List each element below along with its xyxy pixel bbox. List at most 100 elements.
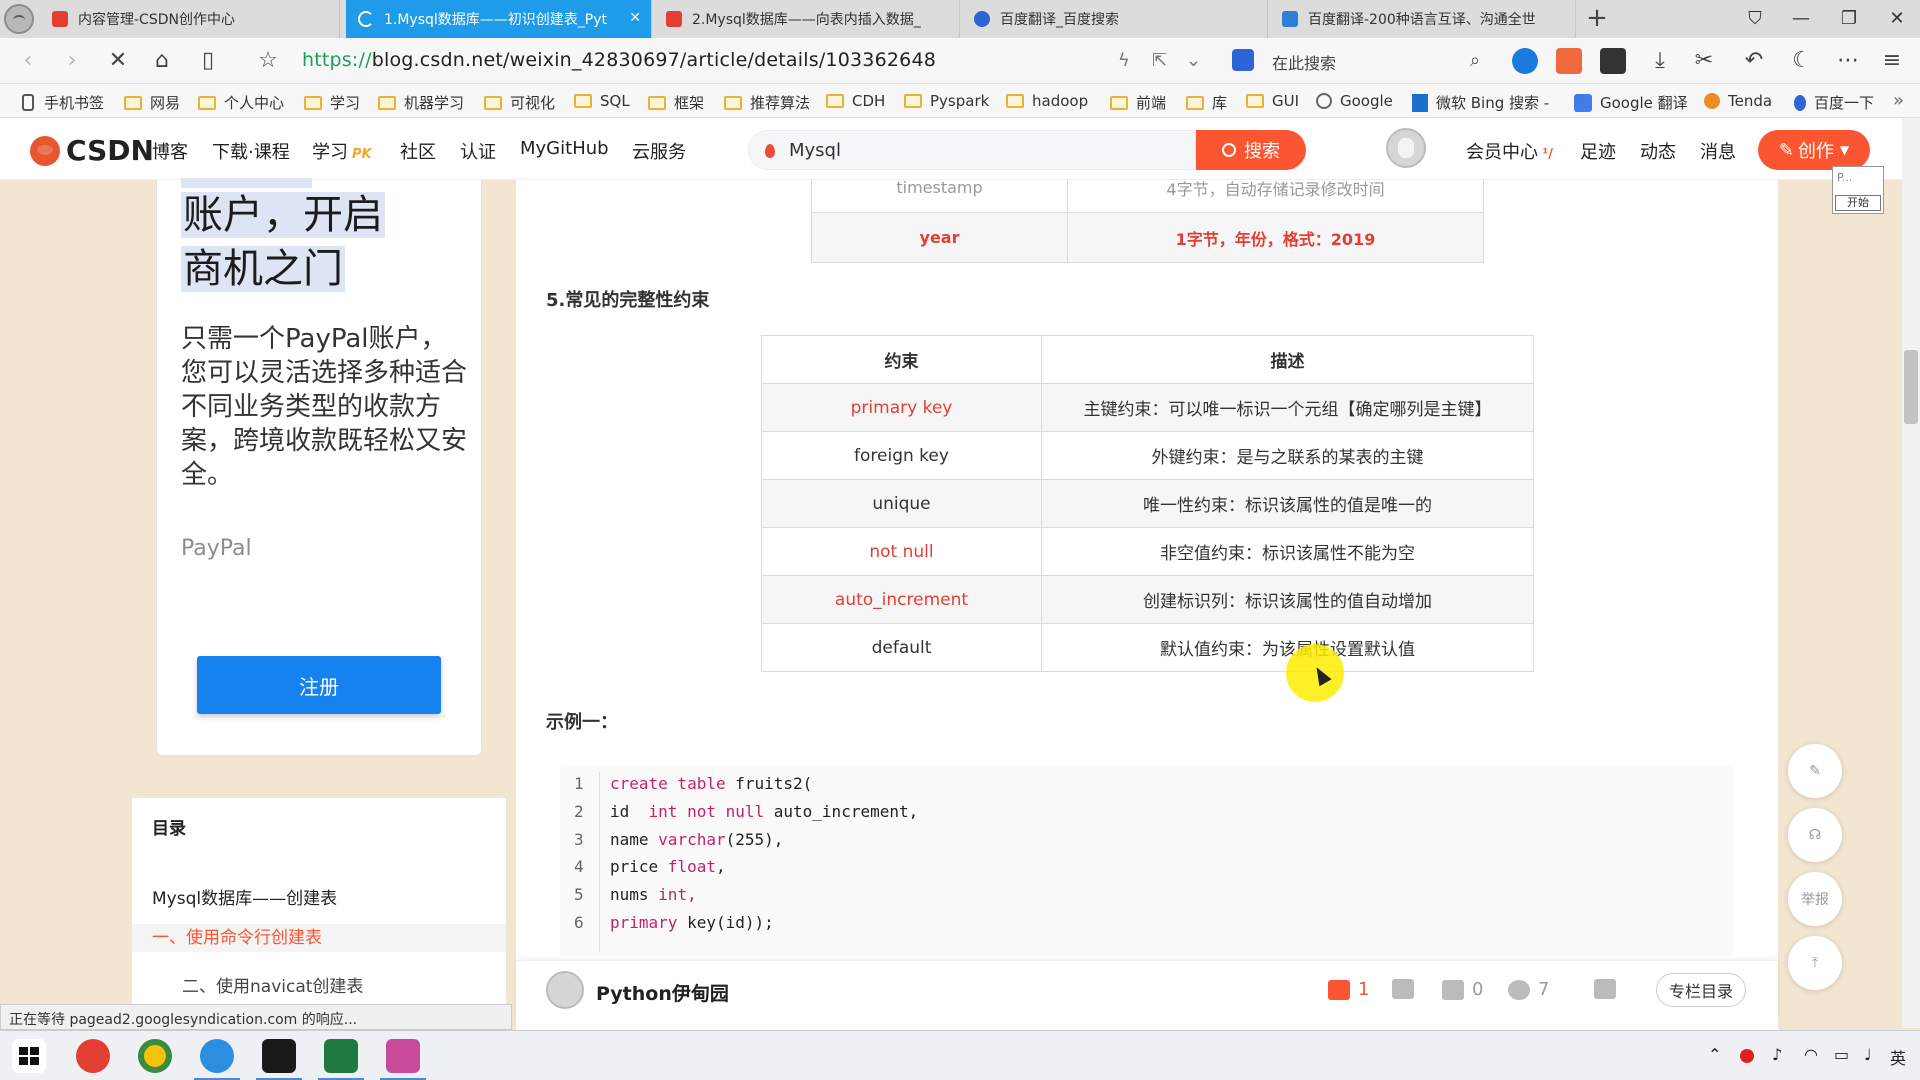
restore-icon[interactable]: ❐ bbox=[1834, 6, 1864, 32]
search-engine-icon[interactable] bbox=[1232, 49, 1254, 71]
paypal-ad-card[interactable]: 账户，开启 商机之门 只需一个PayPal账户，您可以灵活选择多种适合不同业务类… bbox=[156, 178, 482, 756]
csdn-search-button[interactable]: 搜索 bbox=[1196, 130, 1306, 170]
windows-start-icon[interactable] bbox=[12, 1039, 46, 1073]
member-center-link[interactable]: 会员中心 ¹/ bbox=[1466, 138, 1553, 164]
bookmark-item[interactable]: GUI bbox=[1246, 92, 1299, 110]
minimize-icon[interactable]: — bbox=[1786, 6, 1816, 32]
close-window-icon[interactable]: ✕ bbox=[1882, 6, 1912, 32]
bookmark-item[interactable]: 推荐算法 bbox=[724, 92, 810, 113]
bookmark-item[interactable]: CDH bbox=[826, 92, 885, 110]
bookmark-item[interactable]: Google 翻译 bbox=[1574, 92, 1688, 113]
network-icon[interactable]: ◠ bbox=[1804, 1045, 1818, 1064]
bookmark-item[interactable]: 个人中心 bbox=[198, 92, 284, 113]
chevron-right-double-icon[interactable]: » bbox=[1893, 90, 1904, 111]
forward-icon[interactable]: › bbox=[58, 48, 86, 76]
toc-item-active[interactable]: 一、使用命令行创建表 bbox=[132, 924, 506, 952]
tab-baidu-search[interactable]: 百度翻译_百度搜索 bbox=[962, 0, 1268, 38]
nav-mygithub[interactable]: MyGitHub bbox=[520, 138, 609, 159]
browser-search-input[interactable]: 在此搜索 bbox=[1272, 50, 1336, 74]
share-button[interactable] bbox=[1594, 979, 1624, 999]
like-button[interactable]: 1 bbox=[1328, 979, 1369, 1000]
column-directory-button[interactable]: 专栏目录 bbox=[1656, 973, 1746, 1007]
nav-cloud-service[interactable]: 云服务 bbox=[632, 138, 686, 164]
lightning-icon[interactable]: ϟ bbox=[1118, 50, 1130, 71]
bookmark-item[interactable]: 手机书签 bbox=[22, 92, 104, 113]
report-button[interactable]: 举报 bbox=[1788, 872, 1842, 926]
bookmark-item[interactable]: 库 bbox=[1186, 92, 1227, 113]
create-button[interactable]: ✎ 创作 ▼ bbox=[1758, 130, 1870, 170]
excel-icon[interactable] bbox=[318, 1039, 364, 1080]
close-tab-icon[interactable]: ✕ bbox=[629, 10, 641, 26]
night-mode-icon[interactable]: ☾ bbox=[1788, 48, 1816, 76]
mini-popup[interactable]: P... 开始 bbox=[1832, 166, 1884, 214]
page-scrollbar[interactable] bbox=[1902, 118, 1920, 1028]
browser-avatar-icon[interactable] bbox=[4, 4, 34, 34]
activity-link[interactable]: 动态 bbox=[1640, 138, 1676, 164]
back-to-top-icon[interactable]: ⤒ bbox=[1788, 936, 1842, 990]
infinity-extension-icon[interactable] bbox=[1512, 48, 1538, 74]
back-icon[interactable]: ‹ bbox=[14, 48, 42, 76]
app-g-icon[interactable] bbox=[76, 1039, 110, 1073]
favorite-button[interactable]: 7 bbox=[1508, 979, 1549, 1000]
stop-loading-icon[interactable]: ✕ bbox=[104, 48, 132, 76]
code-block[interactable]: 1 2 3 4 5 6 create table fruits2( id int… bbox=[560, 766, 1734, 956]
user-avatar[interactable] bbox=[1386, 128, 1426, 168]
bookmark-item[interactable]: SQL bbox=[574, 92, 630, 110]
dislike-button[interactable] bbox=[1392, 979, 1422, 999]
url-field[interactable]: https://blog.csdn.net/weixin_42830697/ar… bbox=[302, 49, 936, 71]
footprint-link[interactable]: 足迹 bbox=[1580, 138, 1616, 164]
paint-icon[interactable] bbox=[380, 1039, 426, 1080]
bookmark-item[interactable]: Tenda bbox=[1704, 92, 1772, 110]
csdn-search-input[interactable]: Mysql bbox=[748, 130, 1196, 170]
microphone-icon[interactable]: ♩ bbox=[1864, 1045, 1872, 1064]
csdn-logo[interactable]: CSDN bbox=[30, 134, 154, 167]
bookmark-item[interactable]: 百度一下 bbox=[1794, 92, 1874, 113]
edit-icon[interactable]: ✎ bbox=[1788, 744, 1842, 798]
tab-mysql-create-table[interactable]: 1.Mysql数据库——初识创建表_Pyt ✕ bbox=[346, 0, 652, 38]
bookmark-item[interactable]: 网易 bbox=[124, 92, 180, 113]
more-icon[interactable]: ⋯ bbox=[1834, 48, 1862, 76]
record-icon[interactable] bbox=[1740, 1049, 1754, 1063]
messages-link[interactable]: 消息 bbox=[1700, 138, 1736, 164]
home-icon[interactable]: ⌂ bbox=[148, 48, 176, 76]
bookmark-item[interactable]: 框架 bbox=[648, 92, 704, 113]
bookmark-item[interactable]: Pyspark bbox=[904, 92, 989, 110]
undo-icon[interactable]: ↶ bbox=[1740, 48, 1768, 76]
bookmark-item[interactable]: Google bbox=[1316, 92, 1393, 110]
bookmark-item[interactable]: 学习 bbox=[304, 92, 360, 113]
nav-community[interactable]: 社区 bbox=[400, 138, 436, 164]
menu-icon[interactable]: ≡ bbox=[1878, 48, 1906, 76]
pycharm-icon[interactable] bbox=[256, 1039, 302, 1080]
tray-chevron-up-icon[interactable]: ⌃ bbox=[1708, 1045, 1721, 1064]
scrollbar-thumb[interactable] bbox=[1904, 350, 1918, 424]
bookmark-star-icon[interactable]: ☆ bbox=[254, 48, 282, 76]
volume-icon[interactable]: ♪ bbox=[1772, 1045, 1782, 1064]
chevron-down-icon[interactable]: ⌄ bbox=[1186, 50, 1201, 71]
battery-icon[interactable]: ▭ bbox=[1834, 1045, 1849, 1064]
share-icon[interactable]: ⇱ bbox=[1152, 50, 1167, 71]
new-tab-icon[interactable]: + bbox=[1582, 4, 1612, 34]
scissors-icon[interactable]: ✂ bbox=[1690, 48, 1718, 76]
nav-blog[interactable]: 博客 bbox=[152, 138, 188, 164]
bookmark-item[interactable]: 前端 bbox=[1110, 92, 1166, 113]
bookmark-item[interactable]: 机器学习 bbox=[378, 92, 464, 113]
nav-certification[interactable]: 认证 bbox=[460, 138, 496, 164]
bookmark-item[interactable]: 微软 Bing 搜索 - bbox=[1412, 92, 1549, 113]
tab-baidu-translate[interactable]: 百度翻译-200种语言互译、沟通全世 bbox=[1270, 0, 1576, 38]
nav-download-course[interactable]: 下载·课程 bbox=[212, 138, 290, 164]
toc-item[interactable]: Mysql数据库——创建表 bbox=[152, 884, 337, 909]
tab-mysql-insert-data[interactable]: 2.Mysql数据库——向表内插入数据_ bbox=[654, 0, 960, 38]
toc-item[interactable]: 二、使用navicat创建表 bbox=[182, 972, 363, 997]
author-avatar[interactable] bbox=[546, 971, 584, 1009]
author-name[interactable]: Python伊甸园 bbox=[596, 979, 729, 1006]
ad-register-button[interactable]: 注册 bbox=[197, 656, 441, 714]
chrome-icon[interactable] bbox=[138, 1039, 172, 1073]
search-icon[interactable]: ⌕ bbox=[1470, 50, 1480, 71]
browser-taskbar-icon[interactable] bbox=[194, 1039, 240, 1080]
x-extension-icon[interactable] bbox=[1600, 48, 1626, 74]
nav-learn[interactable]: 学习 PK bbox=[312, 138, 372, 164]
tab-content-management[interactable]: 内容管理-CSDN创作中心 bbox=[40, 0, 340, 38]
bookmark-item[interactable]: 可视化 bbox=[484, 92, 555, 113]
headset-icon[interactable]: ☊ bbox=[1788, 808, 1842, 862]
bookmark-item[interactable]: hadoop bbox=[1006, 92, 1088, 110]
